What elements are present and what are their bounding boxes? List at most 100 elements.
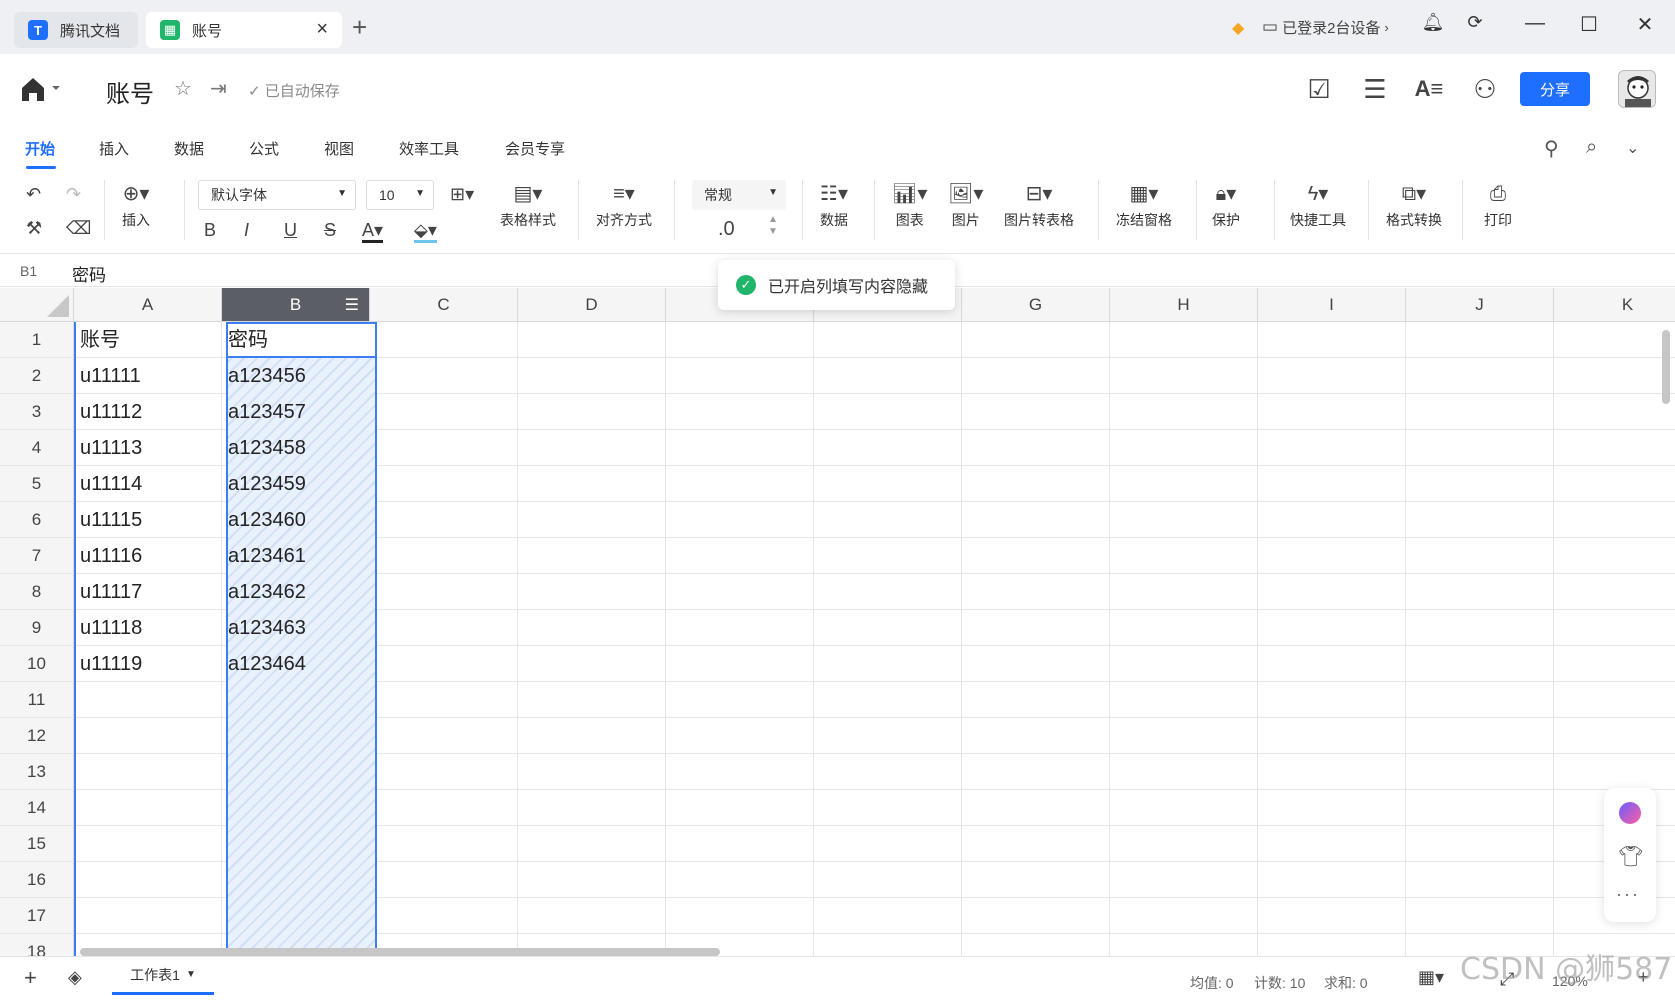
row-header[interactable]: 3 [0,394,74,430]
vertical-scrollbar[interactable] [1662,330,1670,404]
row-header[interactable]: 9 [0,610,74,646]
row-header[interactable]: 5 [0,466,74,502]
row-header[interactable]: 17 [0,898,74,934]
cell-a1[interactable]: 账号 [80,322,218,358]
font-size-select[interactable]: 10 ▼ [366,180,434,210]
tab-view[interactable]: 视图 [324,138,354,159]
row-header[interactable]: 8 [0,574,74,610]
sync-icon[interactable]: ⟳ [1460,12,1490,33]
insert-button[interactable]: ⊕▾ 插入 [122,180,150,230]
column-header-g[interactable]: G [962,288,1110,322]
row-header[interactable]: 1 [0,322,74,358]
cell-b2[interactable]: a123456 [228,358,366,394]
column-header-k[interactable]: K [1554,288,1675,322]
strikethrough-icon[interactable]: S [324,220,336,241]
cell-b3[interactable]: a123457 [228,394,366,430]
cell-b9[interactable]: a123463 [228,610,366,646]
grid-view-icon[interactable]: ▦▾ [1418,967,1444,988]
logged-devices-button[interactable]: ▭ 已登录2台设备 › [1262,0,1389,54]
cell-a3[interactable]: u11112 [80,394,218,430]
add-collaborator-icon[interactable]: ⚇ [1468,72,1502,106]
avatar[interactable] [1618,70,1656,108]
row-header[interactable]: 4 [0,430,74,466]
tab-formula[interactable]: 公式 [249,138,279,159]
number-format-select[interactable]: 常规 ▼ [692,180,786,210]
cell-a5[interactable]: u11114 [80,466,218,502]
print-button[interactable]: ⎙ 打印 [1484,180,1512,230]
cell-a9[interactable]: u11118 [80,610,218,646]
column-header-b[interactable]: B ☰ [222,288,370,322]
vip-diamond-icon[interactable]: ◆ [1232,18,1250,37]
share-button[interactable]: 分享 [1520,72,1590,106]
home-icon[interactable] [20,74,60,104]
cell-b5[interactable]: a123459 [228,466,366,502]
column-header-d[interactable]: D [518,288,666,322]
cell-reference[interactable]: B1 [20,263,37,279]
row-header[interactable]: 18 [0,934,74,956]
row-header[interactable]: 14 [0,790,74,826]
row-header[interactable]: 16 [0,862,74,898]
add-sheet-icon[interactable]: + [24,965,37,991]
column-header-i[interactable]: I [1258,288,1406,322]
text-format-icon[interactable]: A≡ [1412,72,1446,106]
formula-input[interactable]: 密码 [72,261,106,286]
close-window-button[interactable]: ✕ [1630,12,1660,37]
row-header[interactable]: 6 [0,502,74,538]
font-color-icon[interactable]: A▾ [362,220,384,243]
border-icon[interactable]: ⊞▾ [450,184,474,205]
cell-a4[interactable]: u11113 [80,430,218,466]
sheets-layers-icon[interactable]: ◈ [68,967,82,988]
bold-icon[interactable]: B [204,220,216,241]
close-tab-icon[interactable]: × [316,18,328,41]
cell-a7[interactable]: u11116 [80,538,218,574]
move-folder-icon[interactable]: ⇥ [210,76,227,101]
format-painter-icon[interactable]: ⚒ [26,218,42,239]
cell-b10[interactable]: a123464 [228,646,366,682]
row-header[interactable]: 2 [0,358,74,394]
table-style-button[interactable]: ▤▾ 表格样式 [500,180,556,230]
font-family-select[interactable]: 默认字体 ▼ [198,180,356,210]
more-icon[interactable]: ··· [1616,884,1640,905]
spreadsheet-grid[interactable]: A B ☰ C D G H I J K 1 2 3 4 5 6 7 8 9 10 11 12 13 14 15 16 17 18 账… [0,288,1675,956]
row-header[interactable]: 10 [0,646,74,682]
cell-a2[interactable]: u11111 [80,358,218,394]
cell-b8[interactable]: a123462 [228,574,366,610]
image-button[interactable]: 🖼︎▾ 图片 [948,180,983,230]
row-header[interactable]: 11 [0,682,74,718]
italic-icon[interactable]: I [244,220,249,241]
undo-icon[interactable]: ↶ [26,184,41,205]
select-all-corner[interactable] [0,288,74,322]
cell-a6[interactable]: u11115 [80,502,218,538]
protect-button[interactable]: 🔒︎▾ 保护 [1212,180,1240,230]
underline-icon[interactable]: U [284,220,297,241]
redo-icon[interactable]: ↷ [66,184,81,205]
star-icon[interactable]: ☆ [174,76,192,101]
freeze-panes-button[interactable]: ▦▾ 冻结窗格 [1116,180,1172,230]
ai-assistant-icon[interactable] [1619,802,1641,824]
cell-b7[interactable]: a123461 [228,538,366,574]
tab-data[interactable]: 数据 [174,138,204,159]
bell-icon[interactable]: 🔔︎ [1418,12,1448,33]
alignment-button[interactable]: ≡▾ 对齐方式 [596,180,652,230]
tab-tencent-docs[interactable]: T 腾讯文档 [14,12,138,48]
search-icon[interactable]: ⌕ [1586,136,1597,159]
new-tab-button[interactable]: + [352,12,367,42]
row-header[interactable]: 7 [0,538,74,574]
task-check-icon[interactable]: ☑ [1302,72,1336,106]
chevron-down-icon[interactable]: ⌄ [1626,138,1639,158]
decimal-places-value[interactable]: .0 [718,218,735,241]
cell-a10[interactable]: u11119 [80,646,218,682]
column-header-j[interactable]: J [1406,288,1554,322]
clear-format-icon[interactable]: ⌫ [66,218,91,239]
column-header-h[interactable]: H [1110,288,1258,322]
maximize-button[interactable]: ☐ [1574,12,1604,37]
row-header[interactable]: 15 [0,826,74,862]
quick-tools-button[interactable]: ϟ▾ 快捷工具 [1290,180,1346,230]
column-header-c[interactable]: C [370,288,518,322]
row-header[interactable]: 12 [0,718,74,754]
cell-b4[interactable]: a123458 [228,430,366,466]
tab-member-exclusive[interactable]: 会员专享 [505,138,565,159]
tab-efficiency-tools[interactable]: 效率工具 [399,138,459,159]
skin-theme-icon[interactable]: 👕︎ [1618,844,1643,869]
cell-a8[interactable]: u11117 [80,574,218,610]
